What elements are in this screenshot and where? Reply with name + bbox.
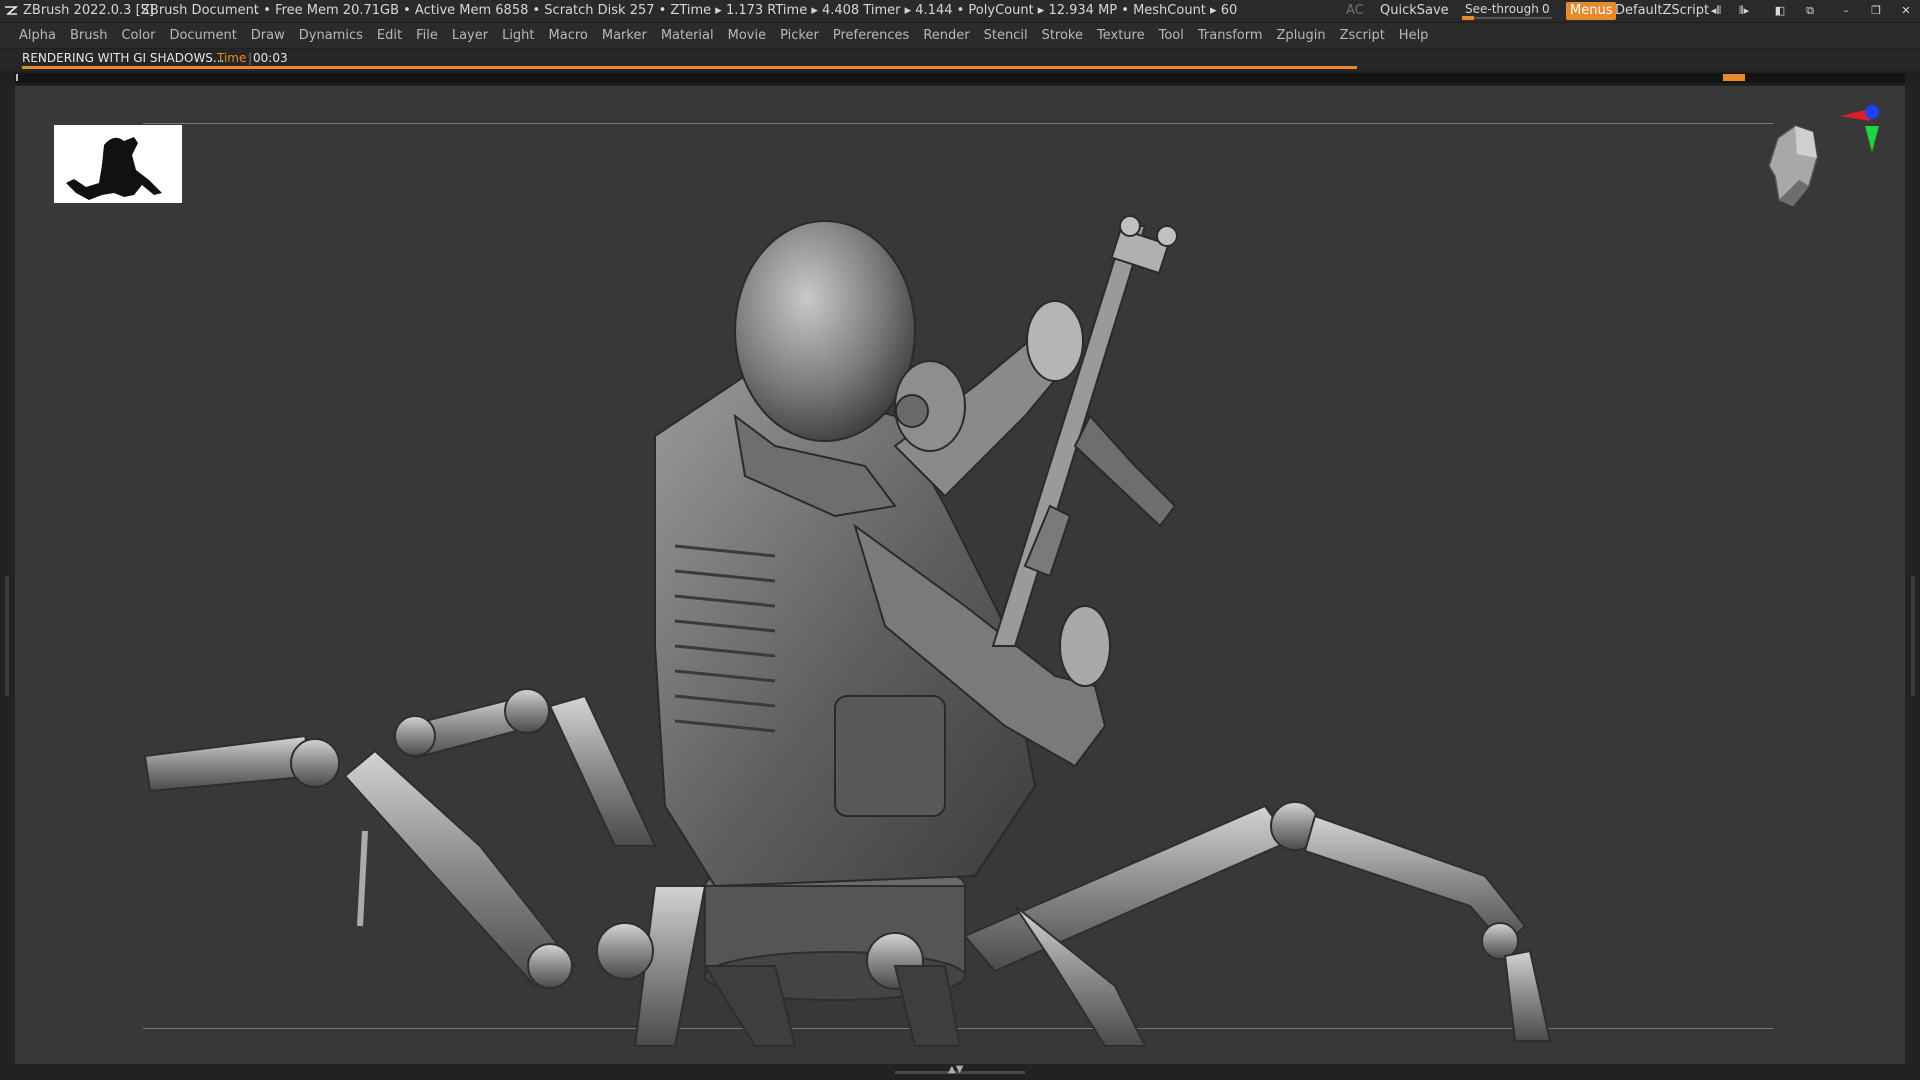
- menu-movie[interactable]: Movie: [721, 23, 773, 48]
- minimize-icon[interactable]: –: [1836, 4, 1856, 18]
- menu-brush[interactable]: Brush: [63, 23, 115, 48]
- zbrush-logo-icon: [5, 6, 18, 15]
- see-through-slider[interactable]: See-through 0: [1460, 0, 1552, 22]
- document-canvas[interactable]: [15, 86, 1905, 1064]
- timeline-track[interactable]: [15, 73, 1905, 83]
- memory-stats: . • Free Mem 20.71GB • Active Mem 6858 •…: [255, 3, 1238, 18]
- menu-help[interactable]: Help: [1392, 23, 1436, 48]
- menu-stroke[interactable]: Stroke: [1035, 23, 1090, 48]
- see-through-knob[interactable]: [1462, 16, 1474, 20]
- sculpt-model[interactable]: [15, 86, 1905, 1064]
- character-rifle: [991, 215, 1178, 647]
- ui-swap-icon[interactable]: ◧: [1770, 4, 1790, 18]
- menu-picker[interactable]: Picker: [773, 23, 826, 48]
- bottom-tray-toggle-icon[interactable]: ▲▼: [948, 1064, 963, 1075]
- restore-icon[interactable]: ❐: [1866, 4, 1886, 18]
- document-title: ZBrush Document: [141, 3, 259, 18]
- menu-layer[interactable]: Layer: [445, 23, 495, 48]
- menu-render[interactable]: Render: [916, 23, 976, 48]
- menu-light[interactable]: Light: [495, 23, 541, 48]
- menu-draw[interactable]: Draw: [244, 23, 292, 48]
- layout-next-icon[interactable]: ⦀▸: [1734, 4, 1754, 18]
- render-time-label: Time: [217, 51, 247, 65]
- menu-material[interactable]: Material: [654, 23, 721, 48]
- menu-alpha[interactable]: Alpha: [12, 23, 63, 48]
- render-status-message: RENDERING WITH GI SHADOWS...: [22, 51, 225, 65]
- render-progress-bar: [22, 66, 1357, 69]
- left-tray[interactable]: [0, 86, 15, 1064]
- see-through-track[interactable]: [1462, 17, 1552, 19]
- ac-button[interactable]: AC: [1346, 0, 1364, 22]
- mech-leg-right: [963, 801, 1552, 1047]
- quicksave-button[interactable]: QuickSave: [1380, 0, 1449, 22]
- silhouette-thumbnail[interactable]: [54, 125, 182, 203]
- render-time-separator: |: [248, 51, 253, 65]
- navigation-gizmo-icon[interactable]: [1755, 96, 1895, 216]
- title-bar: ZBrush 2022.0.3 [S] ZBrush Document . • …: [0, 0, 1920, 23]
- close-icon[interactable]: ✕: [1896, 4, 1916, 18]
- left-tray-handle[interactable]: [5, 576, 9, 696]
- menu-file[interactable]: File: [409, 23, 445, 48]
- menu-dynamics[interactable]: Dynamics: [292, 23, 370, 48]
- default-zscript-button[interactable]: DefaultZScript: [1615, 0, 1709, 22]
- timeline-marker[interactable]: [1723, 74, 1745, 81]
- silhouette-shape: [66, 137, 162, 200]
- menu-tool[interactable]: Tool: [1152, 23, 1191, 48]
- head-orientation-icon: [1768, 125, 1818, 207]
- ui-layout-icon[interactable]: ⧉: [1800, 4, 1820, 18]
- menu-transform[interactable]: Transform: [1191, 23, 1270, 48]
- right-tray-handle[interactable]: [1911, 576, 1915, 696]
- menu-macro[interactable]: Macro: [542, 23, 595, 48]
- mech-leg-left-outer: [143, 734, 577, 989]
- menu-zscript[interactable]: Zscript: [1333, 23, 1392, 48]
- menu-preferences[interactable]: Preferences: [826, 23, 916, 48]
- menu-texture[interactable]: Texture: [1090, 23, 1152, 48]
- bottom-tray[interactable]: ▲▼: [0, 1064, 1920, 1080]
- right-tray[interactable]: [1905, 86, 1920, 1064]
- layout-prev-icon[interactable]: ◂⦀: [1706, 4, 1726, 18]
- menu-bar: Alpha Brush Color Document Draw Dynamics…: [0, 23, 1920, 48]
- menus-toggle[interactable]: Menus: [1566, 2, 1617, 20]
- menu-marker[interactable]: Marker: [595, 23, 654, 48]
- app-title: ZBrush 2022.0.3 [S]: [23, 3, 154, 18]
- menu-edit[interactable]: Edit: [370, 23, 409, 48]
- menu-color[interactable]: Color: [114, 23, 162, 48]
- menu-stencil[interactable]: Stencil: [977, 23, 1035, 48]
- timeline-start-tick: [16, 74, 18, 81]
- render-time-value: 00:03: [253, 51, 288, 65]
- menu-zplugin[interactable]: Zplugin: [1270, 23, 1333, 48]
- menu-document[interactable]: Document: [162, 23, 243, 48]
